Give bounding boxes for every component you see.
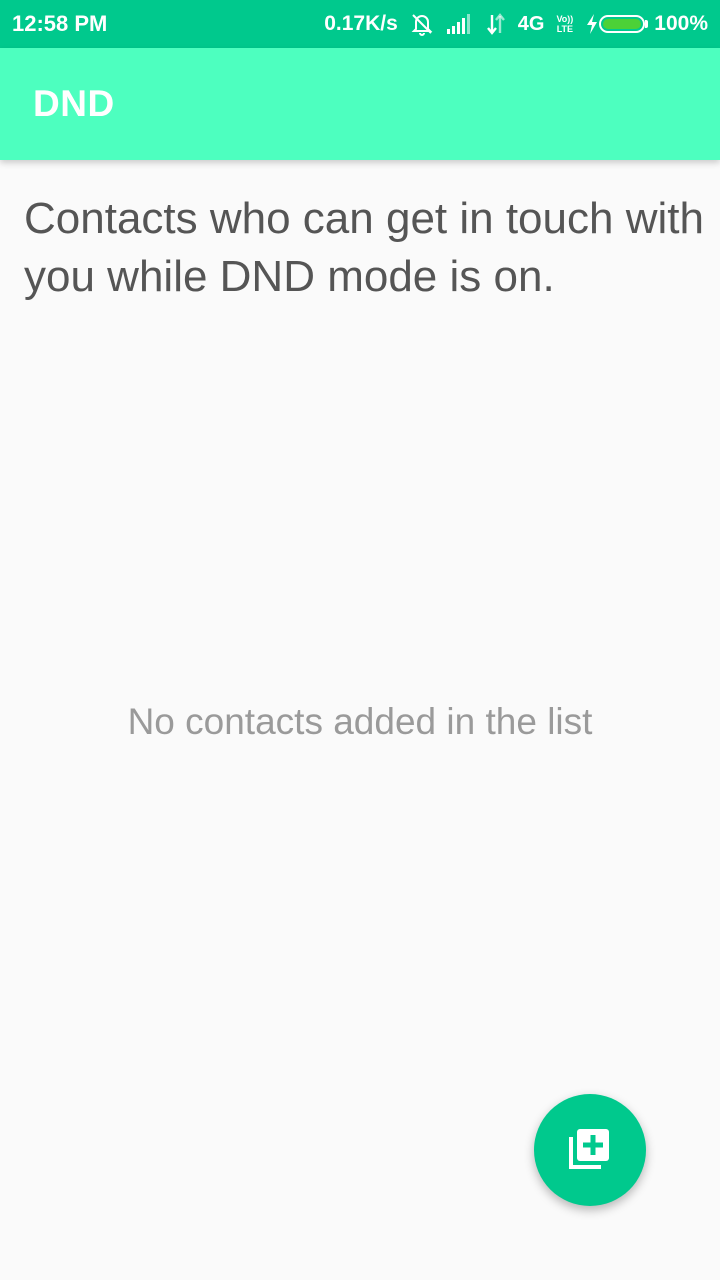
add-to-list-icon	[568, 1126, 612, 1175]
screen: 12:58 PM 0.17K/s 4G Vo)) LTE 100% DND Co…	[0, 0, 720, 1280]
battery-icon	[599, 15, 646, 33]
battery-tip	[645, 20, 649, 28]
network-type: 4G	[517, 12, 545, 35]
status-bar: 12:58 PM 0.17K/s 4G Vo)) LTE 100%	[0, 0, 720, 48]
battery-indicator: 100%	[585, 12, 708, 36]
battery-fill	[603, 19, 642, 29]
page-description: Contacts who can get in touch with you w…	[24, 194, 704, 301]
volte-badge: Vo)) LTE	[556, 14, 573, 34]
app-bar: DND	[0, 48, 720, 160]
battery-percent: 100%	[654, 12, 708, 35]
volte-bottom: LTE	[556, 24, 574, 34]
status-icons: 0.17K/s 4G Vo)) LTE 100%	[324, 12, 708, 36]
signal-icon	[446, 13, 474, 35]
status-time: 12:58 PM	[12, 11, 108, 36]
add-contact-fab[interactable]	[534, 1094, 646, 1206]
charging-bolt-icon	[585, 13, 599, 35]
empty-state-text: No contacts added in the list	[127, 701, 593, 742]
data-arrows-icon	[486, 12, 506, 36]
net-speed: 0.17K/s	[324, 12, 398, 35]
alarm-off-icon	[410, 12, 434, 36]
app-title: DND	[33, 83, 115, 124]
volte-top: Vo))	[556, 14, 574, 24]
